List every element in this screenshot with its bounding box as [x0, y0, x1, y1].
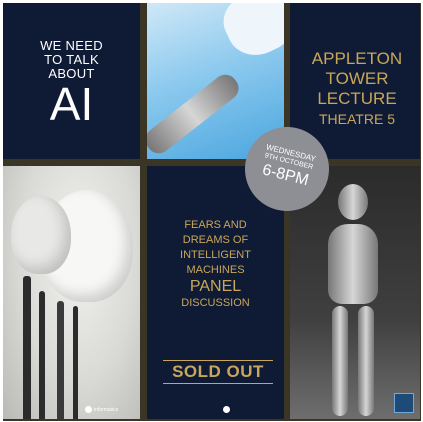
venue-line-2: TOWER: [325, 69, 389, 88]
topic-text: FEARS AND DREAMS OF INTELLIGENT MACHINES…: [151, 218, 280, 311]
topic-line-4: MACHINES: [186, 264, 245, 276]
topic-line-3: INTELLIGENT: [180, 249, 251, 261]
venue-line-3: LECTURE: [317, 89, 397, 108]
topic-line-2: DREAMS OF: [182, 234, 249, 246]
cable-shape: [57, 301, 64, 419]
cable-shape: [73, 306, 78, 419]
human-hand-shape: [215, 3, 284, 65]
robot-head-shape: [338, 184, 368, 220]
corner-logo-icon: [394, 393, 414, 413]
venue-text: APPLETON TOWER LECTURE THEATRE 5: [298, 49, 416, 129]
robot-leg-shape: [332, 306, 348, 416]
cable-shape: [23, 276, 31, 419]
topic-line-6: DISCUSSION: [181, 297, 250, 309]
partner-logo: [223, 406, 232, 413]
cable-shape: [39, 291, 45, 419]
venue-line-4: THEATRE 5: [319, 111, 395, 127]
ai-title: AI: [49, 78, 94, 130]
robot-torso-shape: [328, 224, 378, 304]
sold-out-label: SOLD OUT: [163, 360, 273, 384]
robot-arm-shape: [147, 69, 244, 159]
headline-tile: WE NEED TO TALK ABOUT AI: [3, 3, 140, 159]
partner-crest-icon: [223, 406, 230, 413]
topic-line-1: FEARS AND: [184, 219, 247, 231]
robot-leg-shape: [358, 306, 374, 416]
android-cranium-shape: [11, 196, 71, 274]
informatics-logo-text: informatics: [94, 406, 119, 413]
informatics-logo: informatics: [85, 406, 118, 413]
headline-text: WE NEED TO TALK ABOUT: [40, 38, 103, 81]
venue-line-1: APPLETON: [311, 49, 403, 68]
university-crest-icon: [85, 406, 92, 413]
android-head-image: informatics: [3, 166, 140, 419]
topic-line-5: PANEL: [189, 278, 242, 295]
